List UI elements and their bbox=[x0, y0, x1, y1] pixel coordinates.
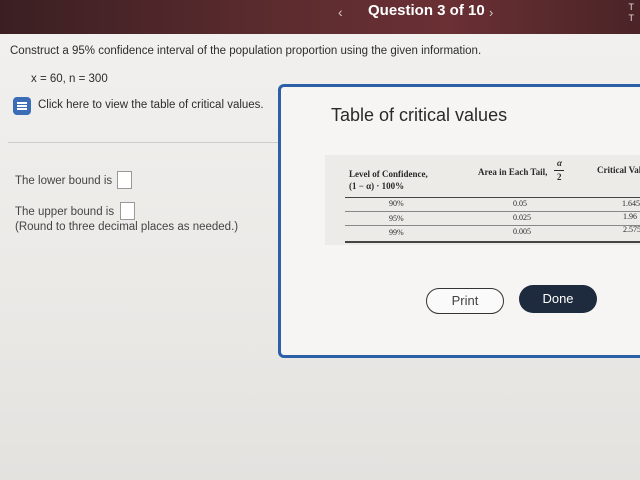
row-confidence: 90% bbox=[389, 199, 404, 208]
next-question-icon[interactable]: › bbox=[489, 5, 493, 20]
critical-values-dialog: Table of critical values Level of Confid… bbox=[278, 84, 640, 358]
critical-values-table: Level of Confidence, (1 − α) · 100% Area… bbox=[325, 155, 640, 245]
table-rule bbox=[345, 211, 640, 212]
row-tail: 0.05 bbox=[513, 199, 527, 208]
header-critical: Critical Val bbox=[597, 165, 640, 175]
corner-text-1: T bbox=[628, 2, 635, 12]
header-tail-numerator: α bbox=[557, 158, 562, 168]
table-rule bbox=[345, 225, 640, 226]
header-tail-denominator: 2 bbox=[557, 172, 562, 182]
table-rule-bottom bbox=[345, 241, 640, 243]
rounding-instruction: (Round to three decimal places as needed… bbox=[15, 221, 239, 233]
row-confidence: 95% bbox=[389, 214, 404, 223]
lower-bound-label: The lower bound is bbox=[15, 175, 113, 187]
corner-text-2: T bbox=[628, 13, 635, 23]
table-rule-top bbox=[345, 197, 640, 198]
view-critical-values-link[interactable]: Click here to view the table of critical… bbox=[38, 99, 264, 111]
top-navigation-bar: ‹ Question 3 of 10 › T T bbox=[0, 0, 640, 34]
previous-question-icon[interactable]: ‹ bbox=[338, 4, 343, 20]
row-confidence: 99% bbox=[389, 228, 404, 237]
upper-bound-input[interactable] bbox=[120, 202, 135, 220]
header-tail-fraction-bar bbox=[554, 170, 564, 171]
row-critical: 1.96 bbox=[623, 212, 637, 221]
question-prompt: Construct a 95% confidence interval of t… bbox=[10, 45, 482, 57]
done-button[interactable]: Done bbox=[519, 285, 597, 313]
row-tail: 0.005 bbox=[513, 227, 531, 236]
section-divider bbox=[8, 142, 278, 143]
header-confidence-line2: (1 − α) · 100% bbox=[349, 181, 405, 191]
question-counter: Question 3 of 10 bbox=[368, 2, 485, 19]
header-tail: Area in Each Tail, bbox=[478, 167, 548, 177]
upper-bound-label: The upper bound is bbox=[15, 206, 115, 218]
header-confidence-line1: Level of Confidence, bbox=[349, 169, 428, 179]
given-values: x = 60, n = 300 bbox=[31, 73, 108, 85]
print-button[interactable]: Print bbox=[426, 288, 504, 314]
dialog-title: Table of critical values bbox=[331, 105, 508, 125]
table-document-icon[interactable] bbox=[13, 97, 31, 115]
row-critical: 1.645 bbox=[622, 199, 640, 208]
row-critical: 2.575 bbox=[623, 225, 640, 234]
row-tail: 0.025 bbox=[513, 213, 531, 222]
lower-bound-input[interactable] bbox=[117, 171, 132, 189]
